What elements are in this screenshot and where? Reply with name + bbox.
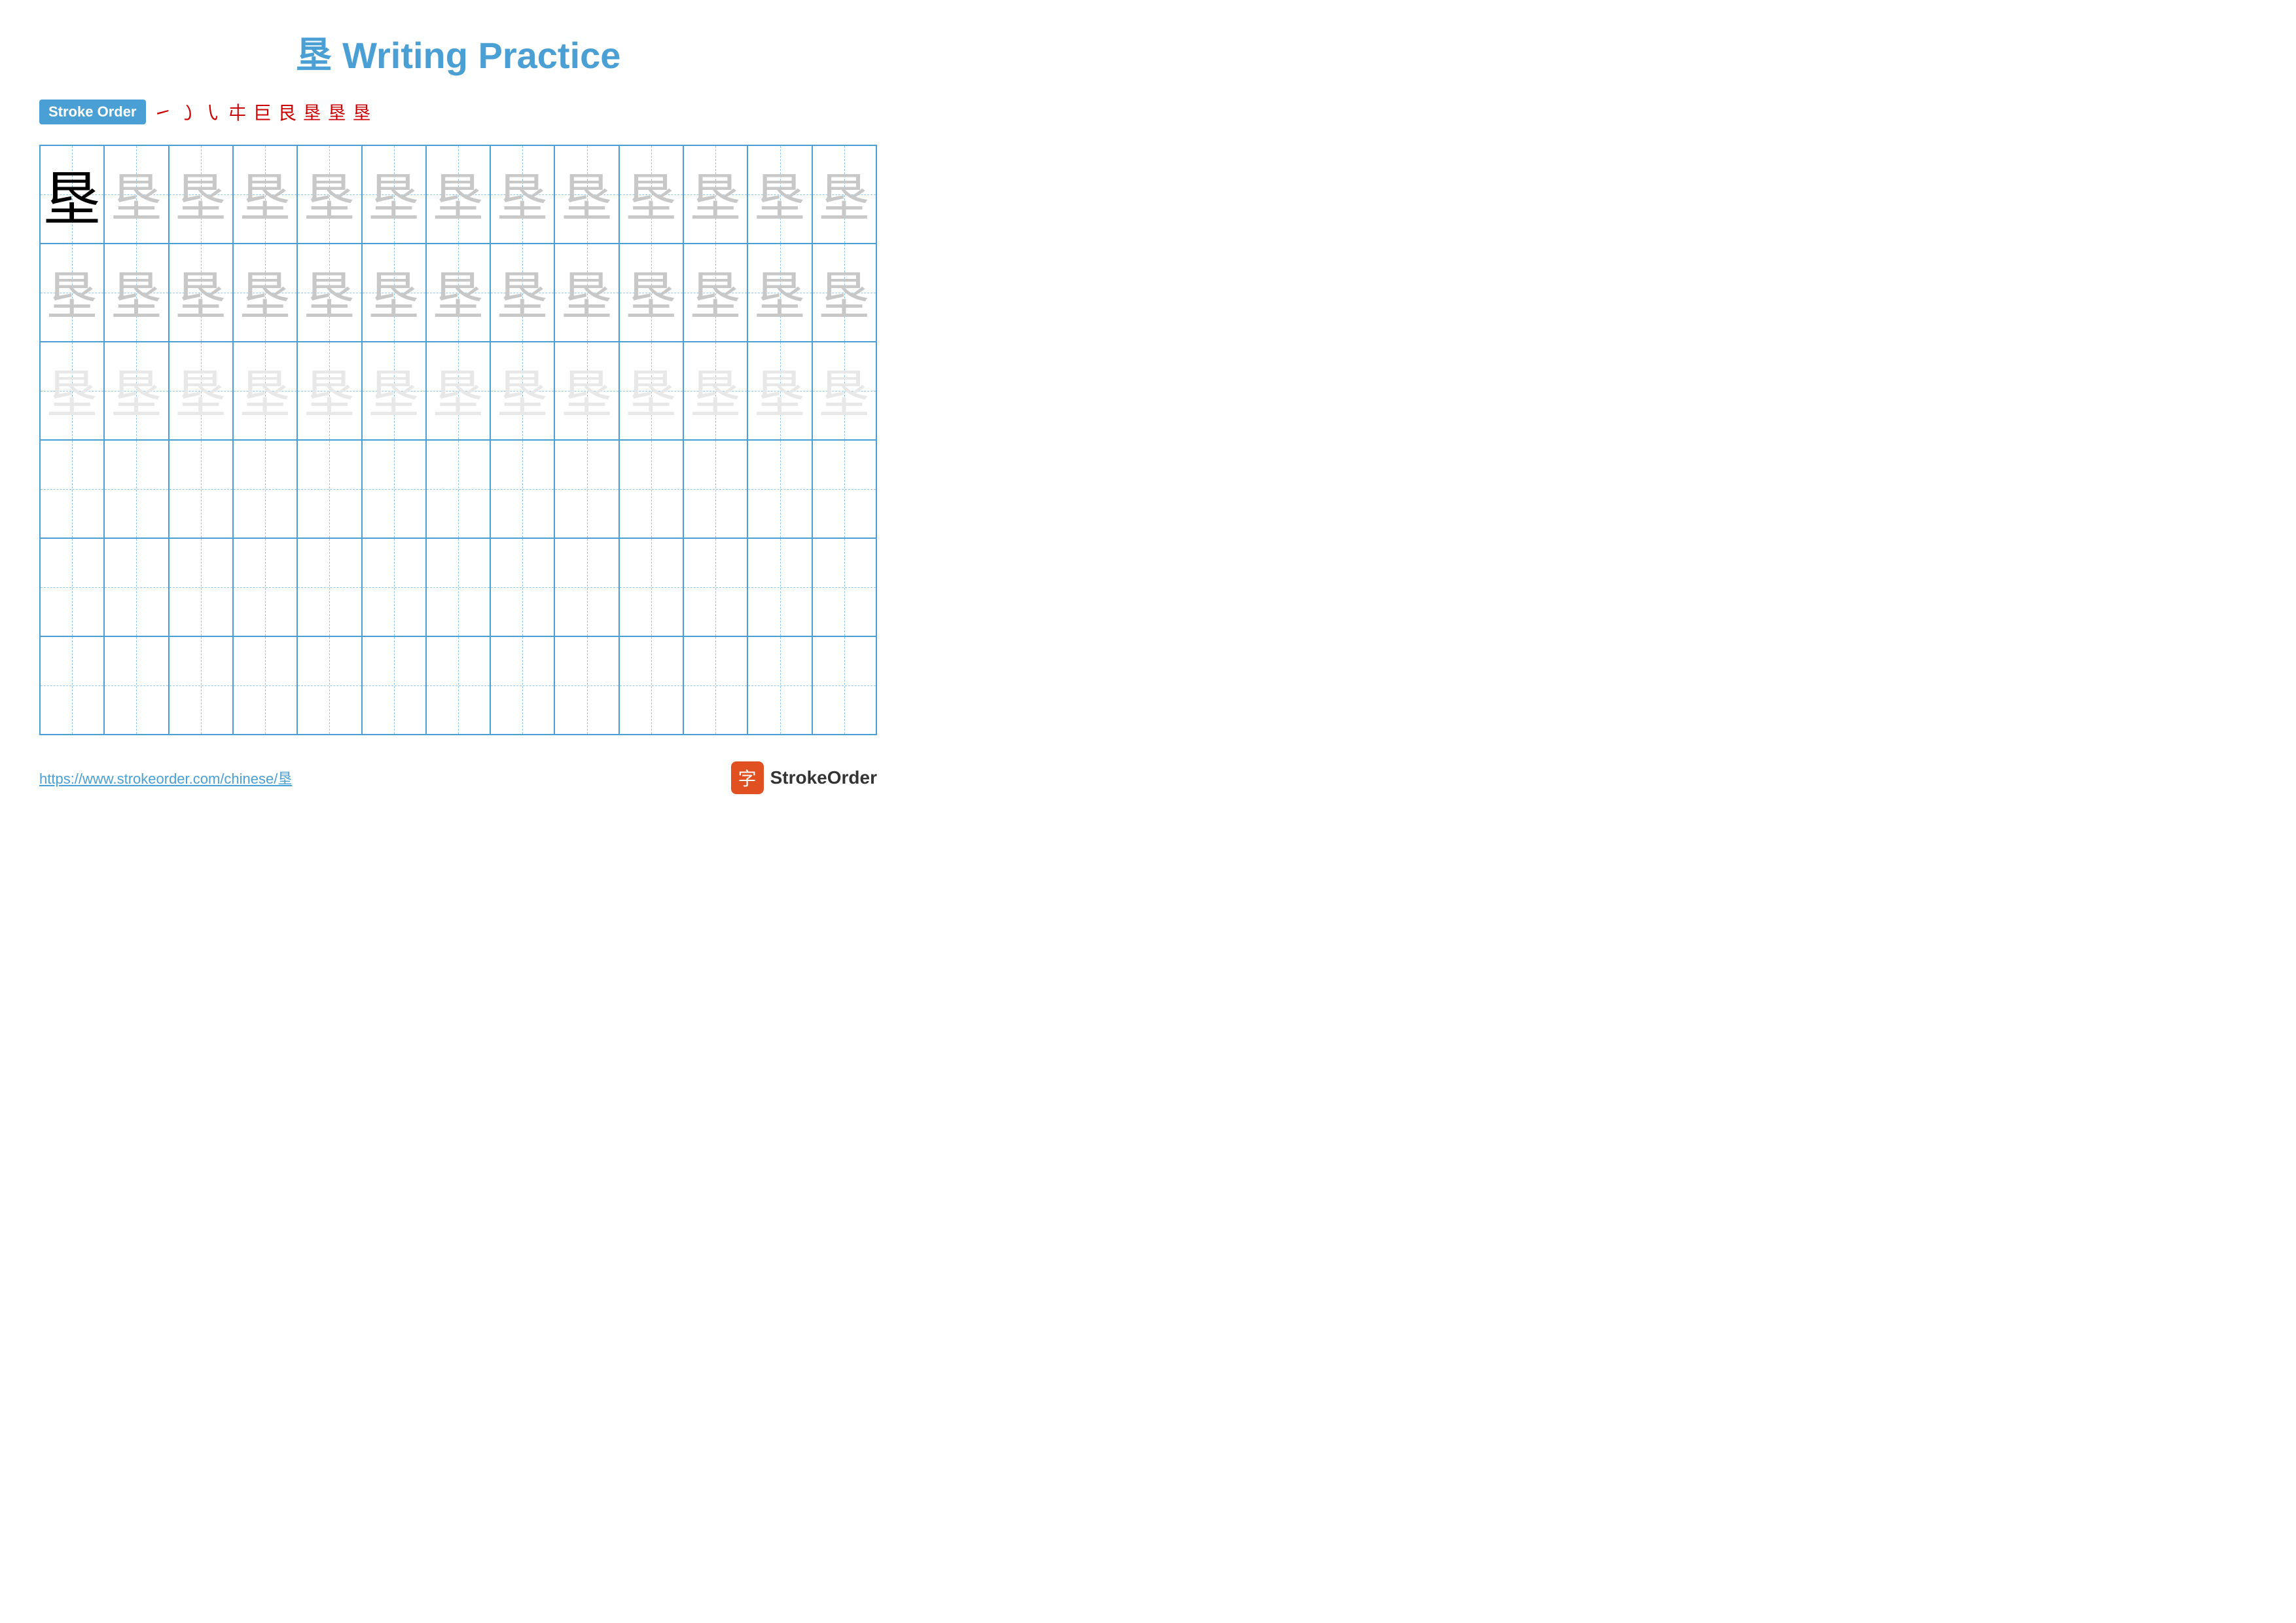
grid-cell-r4-c7[interactable] — [426, 440, 490, 538]
grid-cell-r3-c1[interactable]: 垦 — [40, 342, 104, 440]
stroke-order-row: Stroke Order ㇀ ㇁ ㇂ 㐄 巨 艮 垦 垦 垦 — [39, 99, 877, 125]
grid-cell-r1-c13[interactable]: 垦 — [812, 145, 876, 244]
stroke-7: 垦 — [303, 99, 321, 125]
grid-cell-r1-c9[interactable]: 垦 — [554, 145, 619, 244]
footer-logo: 字 StrokeOrder — [731, 761, 877, 794]
grid-cell-r2-c1[interactable]: 垦 — [40, 244, 104, 342]
grid-cell-r2-c8[interactable]: 垦 — [490, 244, 554, 342]
grid-cell-r6-c1[interactable] — [40, 636, 104, 735]
stroke-5: 巨 — [253, 99, 272, 125]
grid-cell-r4-c5[interactable] — [297, 440, 361, 538]
grid-cell-r4-c3[interactable] — [169, 440, 233, 538]
grid-cell-r3-c6[interactable]: 垦 — [362, 342, 426, 440]
grid-cell-r4-c6[interactable] — [362, 440, 426, 538]
logo-icon: 字 — [731, 761, 764, 794]
stroke-order-badge: Stroke Order — [39, 100, 146, 124]
grid-cell-r1-c3[interactable]: 垦 — [169, 145, 233, 244]
reference-char: 垦 — [43, 152, 101, 237]
stroke-3: ㇂ — [204, 99, 222, 125]
grid-cell-r4-c8[interactable] — [490, 440, 554, 538]
grid-cell-r1-c1[interactable]: 垦 — [40, 145, 104, 244]
grid-cell-r3-c9[interactable]: 垦 — [554, 342, 619, 440]
stroke-6: 艮 — [278, 99, 296, 125]
grid-cell-r3-c7[interactable]: 垦 — [426, 342, 490, 440]
grid-cell-r6-c6[interactable] — [362, 636, 426, 735]
grid-cell-r3-c2[interactable]: 垦 — [104, 342, 168, 440]
grid-cell-r6-c8[interactable] — [490, 636, 554, 735]
grid-cell-r3-c10[interactable]: 垦 — [619, 342, 683, 440]
practice-grid: 垦 垦 垦 垦 垦 垦 垦 垦 垦 垦 垦 垦 垦 垦 垦 垦 垦 垦 垦 垦 … — [39, 145, 877, 735]
grid-cell-r6-c5[interactable] — [297, 636, 361, 735]
footer-url[interactable]: https://www.strokeorder.com/chinese/垦 — [39, 767, 292, 788]
grid-cell-r2-c9[interactable]: 垦 — [554, 244, 619, 342]
grid-cell-r4-c9[interactable] — [554, 440, 619, 538]
grid-cell-r2-c12[interactable]: 垦 — [747, 244, 812, 342]
grid-cell-r5-c6[interactable] — [362, 538, 426, 636]
grid-cell-r3-c5[interactable]: 垦 — [297, 342, 361, 440]
grid-cell-r1-c4[interactable]: 垦 — [233, 145, 297, 244]
grid-cell-r1-c7[interactable]: 垦 — [426, 145, 490, 244]
grid-cell-r5-c2[interactable] — [104, 538, 168, 636]
logo-text: StrokeOrder — [770, 767, 877, 788]
footer: https://www.strokeorder.com/chinese/垦 字 … — [39, 761, 877, 794]
grid-cell-r2-c13[interactable]: 垦 — [812, 244, 876, 342]
grid-cell-r6-c11[interactable] — [683, 636, 747, 735]
grid-cell-r4-c4[interactable] — [233, 440, 297, 538]
grid-cell-r6-c2[interactable] — [104, 636, 168, 735]
grid-cell-r2-c10[interactable]: 垦 — [619, 244, 683, 342]
stroke-1: ㇀ — [154, 99, 172, 125]
grid-cell-r5-c5[interactable] — [297, 538, 361, 636]
grid-cell-r5-c8[interactable] — [490, 538, 554, 636]
stroke-8: 垦 — [328, 99, 346, 125]
grid-cell-r2-c5[interactable]: 垦 — [297, 244, 361, 342]
grid-cell-r5-c7[interactable] — [426, 538, 490, 636]
grid-cell-r6-c12[interactable] — [747, 636, 812, 735]
grid-cell-r1-c6[interactable]: 垦 — [362, 145, 426, 244]
grid-cell-r2-c11[interactable]: 垦 — [683, 244, 747, 342]
stroke-9: 垦 — [353, 99, 371, 125]
grid-cell-r3-c12[interactable]: 垦 — [747, 342, 812, 440]
grid-cell-r5-c4[interactable] — [233, 538, 297, 636]
grid-cell-r1-c8[interactable]: 垦 — [490, 145, 554, 244]
grid-cell-r2-c2[interactable]: 垦 — [104, 244, 168, 342]
grid-cell-r5-c11[interactable] — [683, 538, 747, 636]
stroke-2: ㇁ — [179, 99, 197, 125]
grid-cell-r4-c11[interactable] — [683, 440, 747, 538]
grid-cell-r4-c2[interactable] — [104, 440, 168, 538]
grid-cell-r3-c4[interactable]: 垦 — [233, 342, 297, 440]
grid-cell-r2-c4[interactable]: 垦 — [233, 244, 297, 342]
grid-cell-r5-c12[interactable] — [747, 538, 812, 636]
grid-cell-r1-c11[interactable]: 垦 — [683, 145, 747, 244]
grid-cell-r5-c13[interactable] — [812, 538, 876, 636]
page-title: 垦 Writing Practice — [39, 26, 877, 79]
grid-cell-r3-c3[interactable]: 垦 — [169, 342, 233, 440]
grid-cell-r3-c8[interactable]: 垦 — [490, 342, 554, 440]
grid-cell-r6-c13[interactable] — [812, 636, 876, 735]
grid-cell-r4-c13[interactable] — [812, 440, 876, 538]
grid-cell-r6-c4[interactable] — [233, 636, 297, 735]
grid-cell-r1-c5[interactable]: 垦 — [297, 145, 361, 244]
grid-cell-r4-c12[interactable] — [747, 440, 812, 538]
grid-cell-r5-c3[interactable] — [169, 538, 233, 636]
grid-cell-r6-c7[interactable] — [426, 636, 490, 735]
grid-cell-r1-c12[interactable]: 垦 — [747, 145, 812, 244]
stroke-4: 㐄 — [228, 99, 247, 125]
grid-cell-r4-c1[interactable] — [40, 440, 104, 538]
grid-cell-r3-c13[interactable]: 垦 — [812, 342, 876, 440]
grid-cell-r1-c2[interactable]: 垦 — [104, 145, 168, 244]
grid-cell-r5-c10[interactable] — [619, 538, 683, 636]
grid-cell-r6-c10[interactable] — [619, 636, 683, 735]
grid-cell-r6-c3[interactable] — [169, 636, 233, 735]
stroke-chars: ㇀ ㇁ ㇂ 㐄 巨 艮 垦 垦 垦 — [154, 99, 371, 125]
grid-cell-r3-c11[interactable]: 垦 — [683, 342, 747, 440]
grid-cell-r2-c3[interactable]: 垦 — [169, 244, 233, 342]
grid-cell-r2-c7[interactable]: 垦 — [426, 244, 490, 342]
grid-cell-r5-c1[interactable] — [40, 538, 104, 636]
grid-cell-r2-c6[interactable]: 垦 — [362, 244, 426, 342]
grid-cell-r6-c9[interactable] — [554, 636, 619, 735]
grid-cell-r5-c9[interactable] — [554, 538, 619, 636]
grid-cell-r4-c10[interactable] — [619, 440, 683, 538]
grid-cell-r1-c10[interactable]: 垦 — [619, 145, 683, 244]
